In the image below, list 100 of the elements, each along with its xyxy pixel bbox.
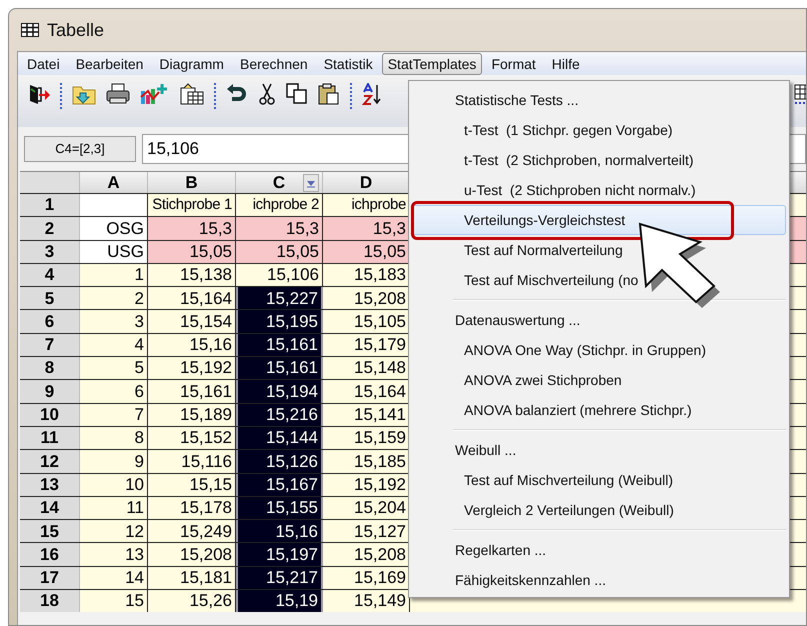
table-cell[interactable]: 15,194 (236, 380, 323, 403)
table-cell[interactable]: 15,197 (236, 543, 323, 566)
menu-item[interactable]: Test auf Mischverteilung (no (411, 270, 640, 290)
table-cell[interactable]: ichprobe (323, 194, 410, 216)
table-cell[interactable]: 15,217 (236, 566, 323, 590)
table-icon[interactable] (794, 83, 806, 105)
table-cell[interactable] (80, 194, 148, 216)
menu-heading[interactable]: Weibull ... (411, 440, 518, 460)
table-cell[interactable]: 15,208 (323, 543, 410, 566)
menu-bar-item[interactable]: Diagramm (152, 53, 231, 75)
table-cell[interactable]: 15,208 (148, 543, 236, 566)
cell-reference-field[interactable]: C4=[2,3] (24, 136, 136, 162)
table-cell[interactable]: Stichprobe 1 (148, 194, 236, 216)
row-header[interactable]: 9 (20, 380, 80, 403)
chart-add-icon[interactable] (140, 83, 170, 105)
table-paste-icon[interactable] (180, 83, 204, 105)
table-cell[interactable]: 15,164 (323, 380, 410, 403)
row-header[interactable]: 17 (20, 566, 80, 590)
column-header[interactable]: C (236, 172, 323, 193)
menu-bar-item[interactable]: Format (484, 53, 543, 75)
table-cell[interactable]: 15,148 (323, 357, 410, 380)
row-header[interactable]: 3 (20, 240, 80, 263)
row-header[interactable]: 7 (20, 334, 80, 356)
menu-heading[interactable]: Datenauswertung ... (411, 310, 582, 330)
table-cell[interactable]: 15,126 (236, 450, 323, 473)
printer-icon[interactable] (106, 83, 130, 105)
sort-icon[interactable] (362, 83, 382, 105)
table-cell[interactable]: 15,105 (323, 310, 410, 333)
menu-bar-item[interactable]: Berechnen (232, 53, 315, 75)
table-cell[interactable]: 15,155 (236, 496, 323, 520)
table-cell[interactable]: 15,161 (148, 380, 236, 403)
table-cell[interactable]: 15,167 (236, 474, 323, 496)
table-cell[interactable]: 15,195 (236, 310, 323, 333)
copy-icon[interactable] (286, 83, 308, 105)
row-header[interactable]: 8 (20, 357, 80, 380)
table-cell[interactable]: 15,138 (148, 264, 236, 286)
row-header[interactable]: 13 (20, 474, 80, 496)
table-cell[interactable]: 15,16 (236, 520, 323, 542)
menu-bar-item[interactable]: Statistik (316, 53, 380, 75)
column-header[interactable]: B (148, 172, 236, 193)
table-cell[interactable]: 15,181 (148, 566, 236, 590)
table-cell[interactable]: 15,164 (148, 287, 236, 310)
table-cell[interactable]: 5 (80, 357, 148, 380)
menu-item[interactable]: Verteilungs-Vergleichstest (411, 205, 786, 235)
menu-item[interactable]: Test auf Mischverteilung (Weibull) (411, 470, 674, 490)
table-cell[interactable]: USG (80, 240, 148, 263)
menu-item[interactable]: Test auf Normalverteilung (411, 240, 624, 260)
table-cell[interactable]: 15,26 (148, 590, 236, 612)
table-cell[interactable]: 8 (80, 426, 148, 450)
row-header[interactable]: 11 (20, 426, 80, 450)
menu-item[interactable]: t-Test (1 Stichpr. gegen Vorgabe) (411, 120, 674, 140)
row-header[interactable]: 10 (20, 404, 80, 426)
table-cell[interactable]: 2 (80, 287, 148, 310)
menu-item[interactable]: ANOVA One Way (Stichpr. in Gruppen) (411, 340, 707, 360)
menu-bar-item[interactable]: Datei (20, 53, 67, 75)
table-cell[interactable]: 15,183 (323, 264, 410, 286)
table-cell[interactable]: 15,159 (323, 426, 410, 450)
table-cell[interactable]: 15,15 (148, 474, 236, 496)
table-cell[interactable]: 15,3 (323, 217, 410, 240)
row-header[interactable]: 1 (20, 194, 80, 216)
menu-item[interactable]: ANOVA zwei Stichproben (411, 370, 623, 390)
column-header[interactable]: A (80, 172, 148, 193)
table-cell[interactable]: 15,141 (323, 404, 410, 426)
table-cell[interactable]: 15,127 (323, 520, 410, 542)
table-cell[interactable]: 15,154 (148, 310, 236, 333)
table-cell[interactable]: 15,161 (236, 357, 323, 380)
scissors-icon[interactable] (258, 83, 276, 105)
table-cell[interactable]: 15,152 (148, 426, 236, 450)
table-cell[interactable]: ichprobe 2 (236, 194, 323, 216)
table-cell[interactable]: 3 (80, 310, 148, 333)
column-header[interactable]: D (323, 172, 410, 193)
table-cell[interactable]: 15,216 (236, 404, 323, 426)
table-cell[interactable]: 15,16 (148, 334, 236, 356)
table-cell[interactable]: 15 (80, 590, 148, 612)
corner-cell[interactable] (20, 172, 80, 193)
table-cell[interactable]: 15,05 (236, 240, 323, 263)
table-cell[interactable]: 7 (80, 404, 148, 426)
table-cell[interactable]: OSG (80, 217, 148, 240)
row-header[interactable]: 2 (20, 217, 80, 240)
table-cell[interactable]: 15,169 (323, 566, 410, 590)
menu-bar-item[interactable]: Hilfe (544, 53, 587, 75)
table-cell[interactable]: 15,192 (148, 357, 236, 380)
table-cell[interactable]: 15,106 (236, 264, 323, 286)
menu-item[interactable]: u-Test (2 Stichproben nicht normalv.) (411, 180, 697, 200)
row-header[interactable]: 15 (20, 520, 80, 542)
table-cell[interactable]: 15,161 (236, 334, 323, 356)
table-cell[interactable]: 15,149 (323, 590, 410, 612)
table-cell[interactable]: 15,189 (148, 404, 236, 426)
table-cell[interactable]: 15,116 (148, 450, 236, 473)
table-cell[interactable]: 15,144 (236, 426, 323, 450)
table-cell[interactable]: 4 (80, 334, 148, 356)
table-cell[interactable]: 15,05 (148, 240, 236, 263)
menu-item[interactable]: Vergleich 2 Verteilungen (Weibull) (411, 500, 675, 520)
table-cell[interactable]: 15,3 (148, 217, 236, 240)
table-cell[interactable]: 11 (80, 496, 148, 520)
row-header[interactable]: 5 (20, 287, 80, 310)
table-cell[interactable]: 15,249 (148, 520, 236, 542)
menu-heading[interactable]: Statistische Tests ... (411, 90, 580, 110)
table-cell[interactable]: 1 (80, 264, 148, 286)
table-cell[interactable]: 9 (80, 450, 148, 473)
